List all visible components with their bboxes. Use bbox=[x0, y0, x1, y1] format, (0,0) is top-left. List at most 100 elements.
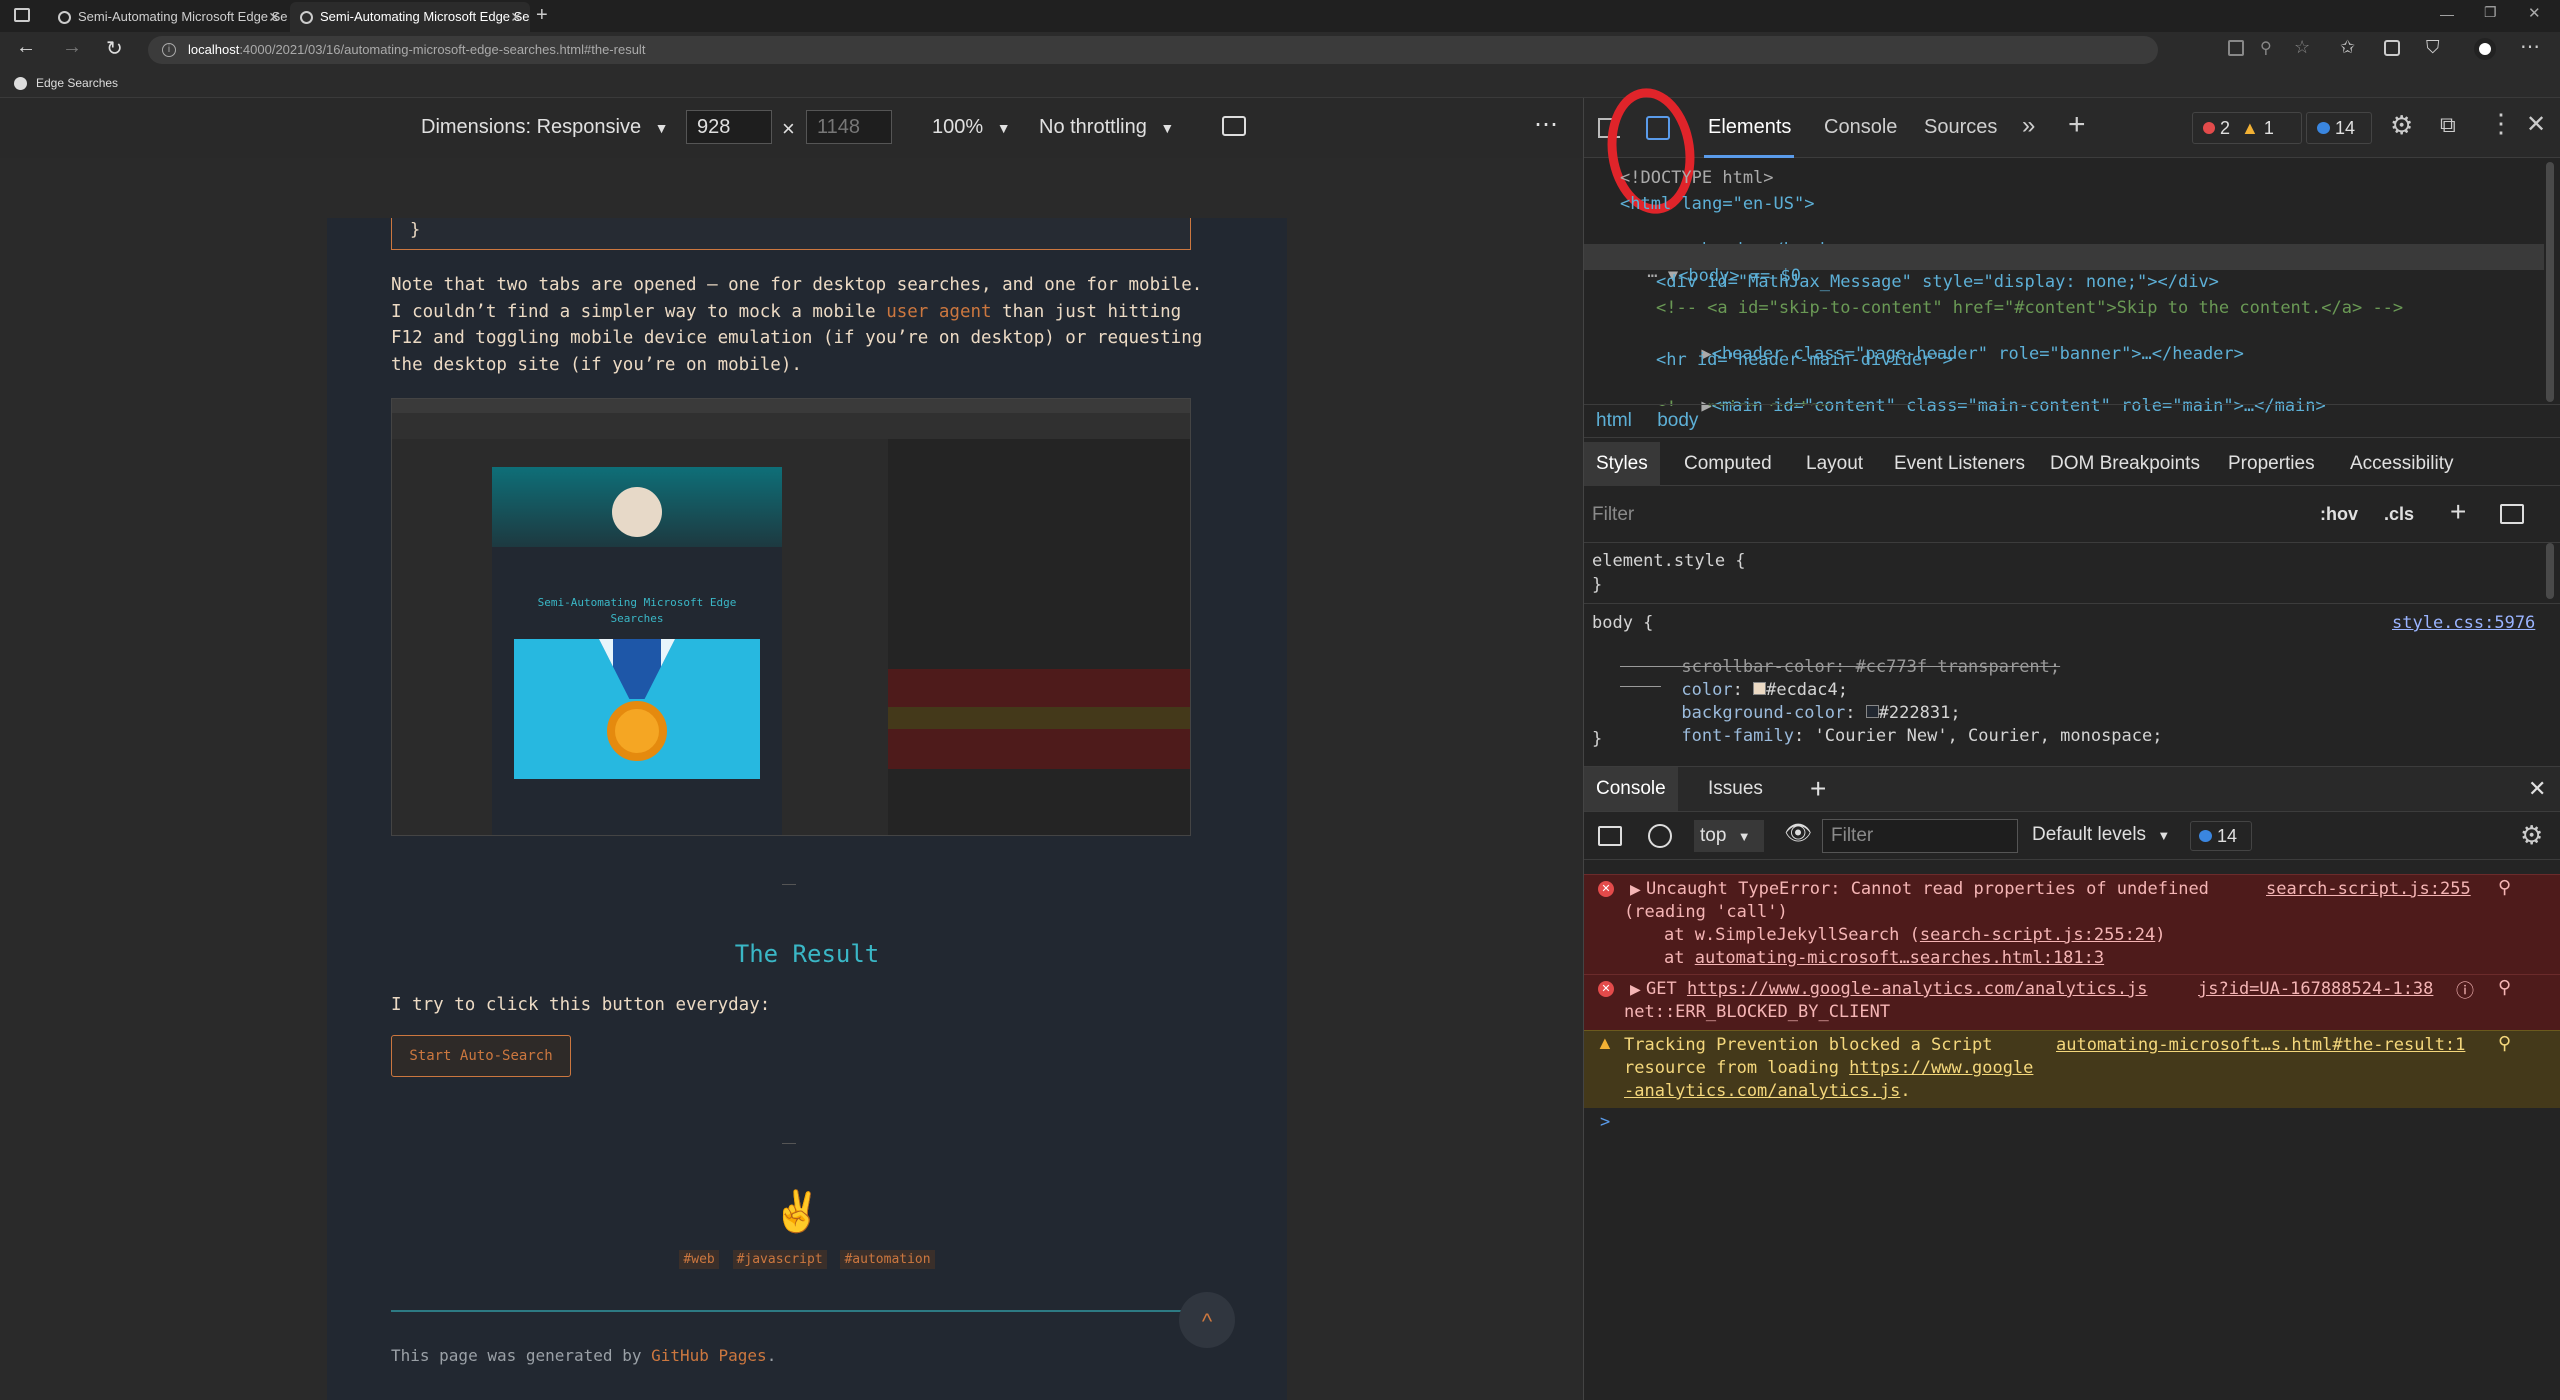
sidebar-toggle-icon[interactable] bbox=[1598, 826, 1622, 846]
cls-toggle[interactable]: .cls bbox=[2384, 504, 2414, 525]
tab-dom-breakpoints[interactable]: DOM Breakpoints bbox=[2050, 442, 2200, 486]
network-icon[interactable]: ⓘ bbox=[2456, 977, 2474, 1003]
dom-comment[interactable]: <!-- <a id="skip-to-content" href="#cont… bbox=[1656, 298, 2403, 318]
tab-layout[interactable]: Layout bbox=[1806, 442, 1863, 486]
console-messages-counter[interactable]: 14 bbox=[2190, 821, 2252, 851]
close-window-icon[interactable]: ✕ bbox=[2528, 4, 2541, 22]
tab-sources[interactable]: Sources bbox=[1924, 116, 1997, 139]
warning-link-1[interactable]: https://www.google bbox=[1849, 1058, 2033, 1078]
messages-counter[interactable]: 14 bbox=[2306, 112, 2372, 144]
search-icon[interactable]: ⚲ bbox=[2498, 1033, 2511, 1054]
rotate-icon[interactable] bbox=[1222, 116, 1246, 136]
settings-gear-icon[interactable]: ⚙ bbox=[2390, 110, 2413, 141]
context-selector[interactable]: top ▼ bbox=[1694, 820, 1764, 852]
favorites-icon[interactable]: ✩ bbox=[2340, 37, 2355, 58]
error-source-link[interactable]: js?id=UA-167888524-1:38 bbox=[2198, 979, 2433, 999]
prop-font-family[interactable]: font-family: 'Courier New', Courier, mon… bbox=[1620, 706, 2162, 766]
search-icon[interactable]: ⚲ bbox=[2498, 877, 2511, 898]
tab-console[interactable]: Console bbox=[1824, 116, 1897, 139]
dimensions-dropdown[interactable]: Dimensions: Responsive ▼ bbox=[421, 116, 669, 139]
add-tab-icon[interactable]: + bbox=[2068, 108, 2086, 142]
more-tabs-icon[interactable]: » bbox=[2022, 112, 2035, 140]
tag-javascript[interactable]: #javascript bbox=[732, 1250, 827, 1269]
settings-more-icon[interactable]: ⋯ bbox=[2520, 34, 2540, 59]
new-style-rule-icon[interactable]: + bbox=[2450, 496, 2466, 528]
drawer-tab-console[interactable]: Console bbox=[1584, 767, 1678, 811]
breadcrumb-html[interactable]: html bbox=[1596, 410, 1632, 431]
body-selector[interactable]: body { bbox=[1592, 613, 1653, 633]
profile-avatar[interactable] bbox=[2474, 38, 2496, 60]
dom-hr[interactable]: <hr id="header-main-divider"> bbox=[1656, 350, 1953, 370]
customize-icon[interactable]: ⧉ bbox=[2440, 112, 2456, 138]
tag-web[interactable]: #web bbox=[679, 1250, 719, 1269]
hov-toggle[interactable]: :hov bbox=[2320, 504, 2358, 525]
tab-accessibility[interactable]: Accessibility bbox=[2350, 442, 2453, 486]
tab-styles[interactable]: Styles bbox=[1584, 442, 1660, 486]
warning-link-2[interactable]: -analytics.com/analytics.js bbox=[1624, 1081, 1900, 1101]
issues-counter[interactable]: 2 ▲ 1 bbox=[2192, 112, 2302, 144]
search-icon[interactable]: ⚲ bbox=[2498, 977, 2511, 998]
style-source-link[interactable]: style.css:5976 bbox=[2392, 613, 2535, 633]
minimize-icon[interactable]: — bbox=[2440, 6, 2454, 22]
drawer-tab-issues[interactable]: Issues bbox=[1708, 767, 1763, 811]
forward-icon[interactable]: → bbox=[62, 36, 82, 59]
console-warning[interactable]: ▲ Tracking Prevention blocked a Script r… bbox=[1584, 1030, 2560, 1108]
warning-source-link[interactable]: automating-microsoft…s.html#the-result:1 bbox=[2056, 1035, 2465, 1055]
width-input[interactable]: 928 bbox=[686, 110, 772, 144]
new-tab-button[interactable]: + bbox=[536, 4, 548, 27]
element-style-selector[interactable]: element.style { bbox=[1592, 551, 1746, 571]
address-bar[interactable]: i localhost:4000/2021/03/16/automating-m… bbox=[148, 36, 2158, 64]
dom-html[interactable]: <html lang="en-US"> bbox=[1620, 194, 1814, 214]
tab-1[interactable]: Semi-Automating Microsoft Edge Se ✕ bbox=[48, 2, 288, 32]
github-pages-link[interactable]: GitHub Pages bbox=[651, 1346, 767, 1365]
more-options-icon[interactable]: ⋯ bbox=[1534, 110, 1558, 139]
console-error-1[interactable]: ✕ ▶ Uncaught TypeError: Cannot read prop… bbox=[1584, 874, 2560, 974]
devtools-close-icon[interactable]: ✕ bbox=[2526, 110, 2546, 139]
log-levels-dropdown[interactable]: Default levels ▼ bbox=[2032, 824, 2170, 846]
tab-actions-icon[interactable] bbox=[14, 8, 30, 22]
console-error-2[interactable]: ✕ ▶ GET https://www.google-analytics.com… bbox=[1584, 974, 2560, 1030]
expand-arrow-icon[interactable]: ▶ bbox=[1630, 981, 1641, 998]
tab-event-listeners[interactable]: Event Listeners bbox=[1894, 442, 2025, 486]
dom-mathjax-div[interactable]: <div id="MathJax_Message" style="display… bbox=[1656, 272, 2219, 292]
styles-filter-input[interactable]: Filter bbox=[1592, 500, 2232, 530]
devtools-more-icon[interactable]: ⋮ bbox=[2488, 108, 2514, 139]
height-input[interactable]: 1148 bbox=[806, 110, 892, 144]
tab-properties[interactable]: Properties bbox=[2228, 442, 2315, 486]
console-settings-gear-icon[interactable]: ⚙ bbox=[2520, 820, 2543, 851]
tag-automation[interactable]: #automation bbox=[840, 1250, 935, 1269]
dom-scrollbar[interactable] bbox=[2546, 162, 2554, 402]
throttling-dropdown[interactable]: No throttling ▼ bbox=[1039, 116, 1174, 139]
favorite-edge-searches[interactable]: Edge Searches bbox=[36, 68, 118, 98]
stack-link[interactable]: automating-microsoft…searches.html:181:3 bbox=[1695, 948, 2104, 968]
console-prompt[interactable]: > bbox=[1600, 1112, 1610, 1132]
tab-close-icon[interactable]: ✕ bbox=[268, 2, 280, 32]
expand-arrow-icon[interactable]: ▶ bbox=[1630, 881, 1641, 898]
extension-shield-icon[interactable]: ⛉ bbox=[2426, 37, 2440, 58]
stack-link[interactable]: search-script.js:255:24 bbox=[1920, 925, 2155, 945]
refresh-icon[interactable]: ↻ bbox=[106, 36, 123, 61]
live-expression-eye-icon[interactable]: 👁 bbox=[1784, 820, 1812, 846]
tab-2-active[interactable]: Semi-Automating Microsoft Edge Se ✕ bbox=[290, 2, 530, 32]
restore-icon[interactable]: ❐ bbox=[2484, 4, 2497, 21]
tab-close-icon[interactable]: ✕ bbox=[510, 2, 522, 32]
zoom-icon[interactable]: ⚲ bbox=[2260, 38, 2272, 58]
styles-scrollbar[interactable] bbox=[2546, 543, 2554, 599]
user-agent-link[interactable]: user agent bbox=[886, 302, 991, 322]
read-aloud-icon[interactable] bbox=[2228, 40, 2244, 56]
drawer-add-tab-icon[interactable]: + bbox=[1810, 767, 1826, 811]
back-to-top-button[interactable]: ^ bbox=[1179, 1292, 1235, 1348]
toggle-sidebar-icon[interactable] bbox=[2500, 504, 2524, 524]
info-icon[interactable]: i bbox=[162, 43, 176, 57]
zoom-dropdown[interactable]: 100% ▼ bbox=[932, 116, 1011, 139]
drawer-close-icon[interactable]: ✕ bbox=[2528, 767, 2546, 811]
tab-computed[interactable]: Computed bbox=[1684, 442, 1772, 486]
back-icon[interactable]: ← bbox=[16, 36, 36, 59]
analytics-link[interactable]: https://www.google-analytics.com/analyti… bbox=[1687, 979, 2148, 999]
favorite-star-icon[interactable]: ☆ bbox=[2294, 37, 2310, 58]
dom-doctype[interactable]: <!DOCTYPE html> bbox=[1620, 168, 1774, 188]
breadcrumb-body[interactable]: body bbox=[1657, 410, 1698, 431]
start-auto-search-button[interactable]: Start Auto-Search bbox=[391, 1035, 571, 1077]
error-source-link[interactable]: search-script.js:255 bbox=[2266, 879, 2471, 899]
tab-elements[interactable]: Elements bbox=[1708, 116, 1791, 139]
